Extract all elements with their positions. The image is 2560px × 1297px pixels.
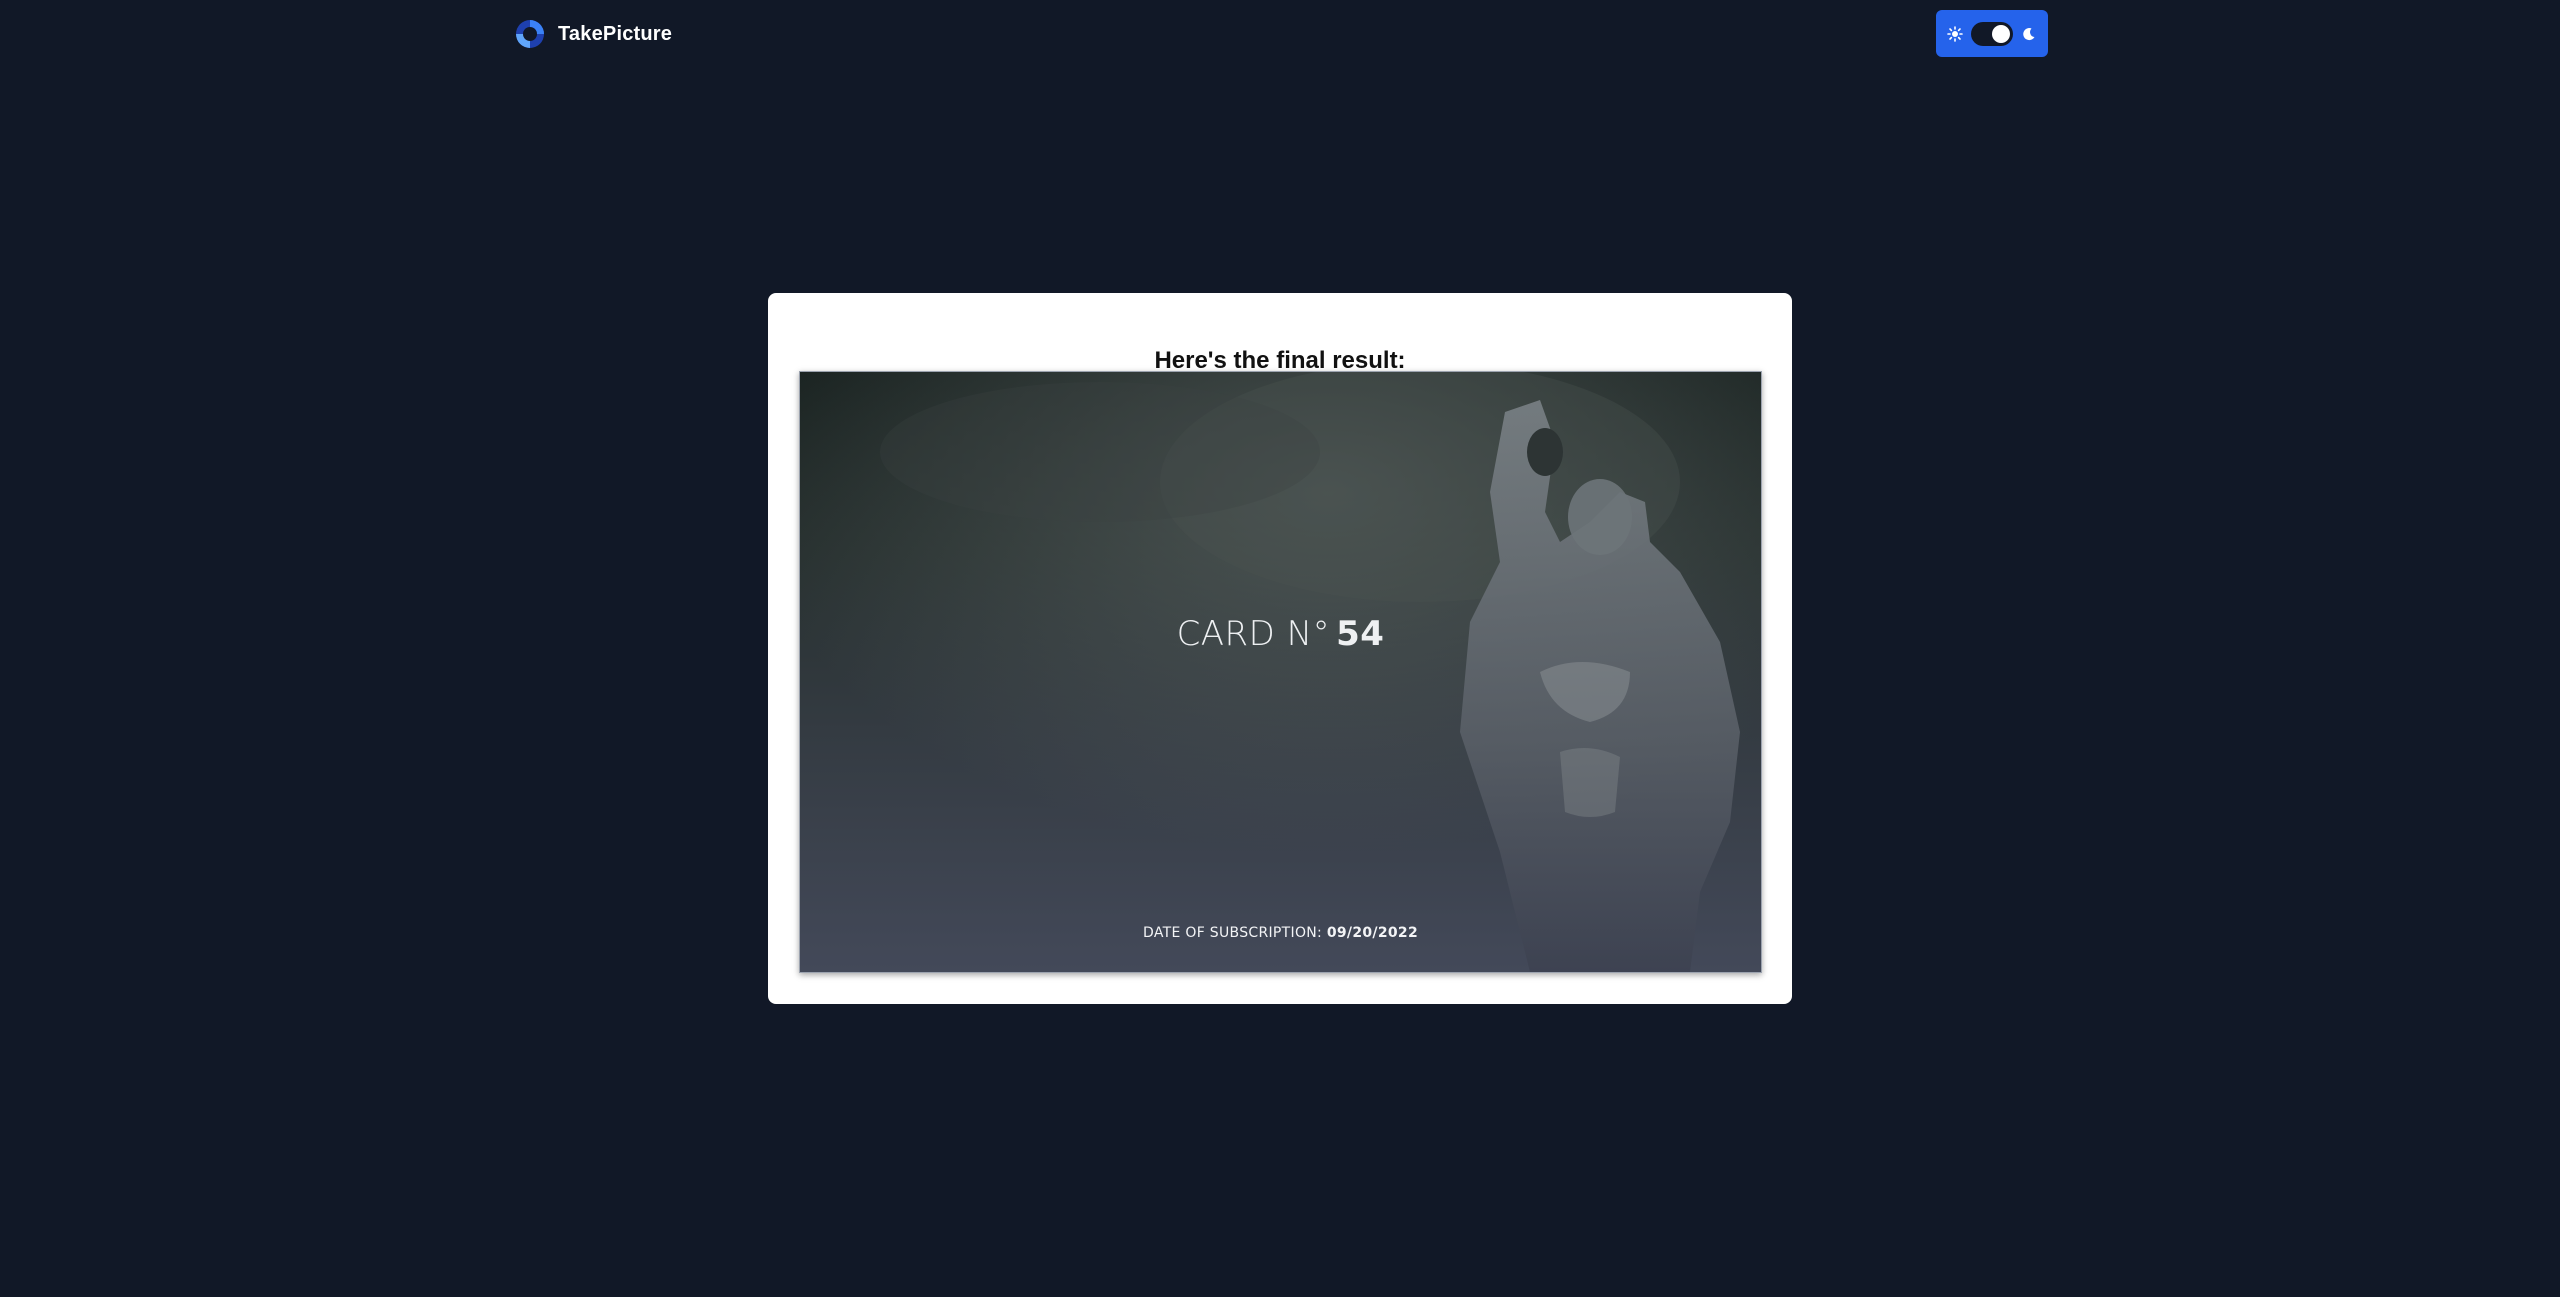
subscription-line: DATE OF SUBSCRIPTION: 09/20/2022 xyxy=(800,925,1761,941)
theme-switch-knob[interactable] xyxy=(1992,24,2010,43)
theme-switch-track[interactable] xyxy=(1971,21,2013,46)
brand-link[interactable]: TakePicture xyxy=(514,18,672,50)
moon-icon xyxy=(2023,27,2035,40)
membership-card: CARD N° 54 DATE OF SUBSCRIPTION: 09/20/20… xyxy=(799,371,1762,973)
subscription-date: 09/20/2022 xyxy=(1326,925,1418,941)
card-number-value: 54 xyxy=(1336,614,1385,654)
card-number: CARD N° 54 xyxy=(800,614,1761,654)
card-number-prefix: CARD N° xyxy=(1176,614,1331,654)
circle-logo-icon xyxy=(516,20,544,48)
result-panel: Here's the final result: CARD N° 54 DATE… xyxy=(768,293,1792,1004)
subscription-label: DATE OF SUBSCRIPTION: xyxy=(1143,925,1323,941)
sun-icon xyxy=(1947,25,1963,42)
brand-name: TakePicture xyxy=(558,22,673,45)
theme-toggle-button[interactable] xyxy=(1936,10,2048,57)
navbar: TakePicture xyxy=(0,0,2560,68)
card-background-image xyxy=(800,372,1761,972)
